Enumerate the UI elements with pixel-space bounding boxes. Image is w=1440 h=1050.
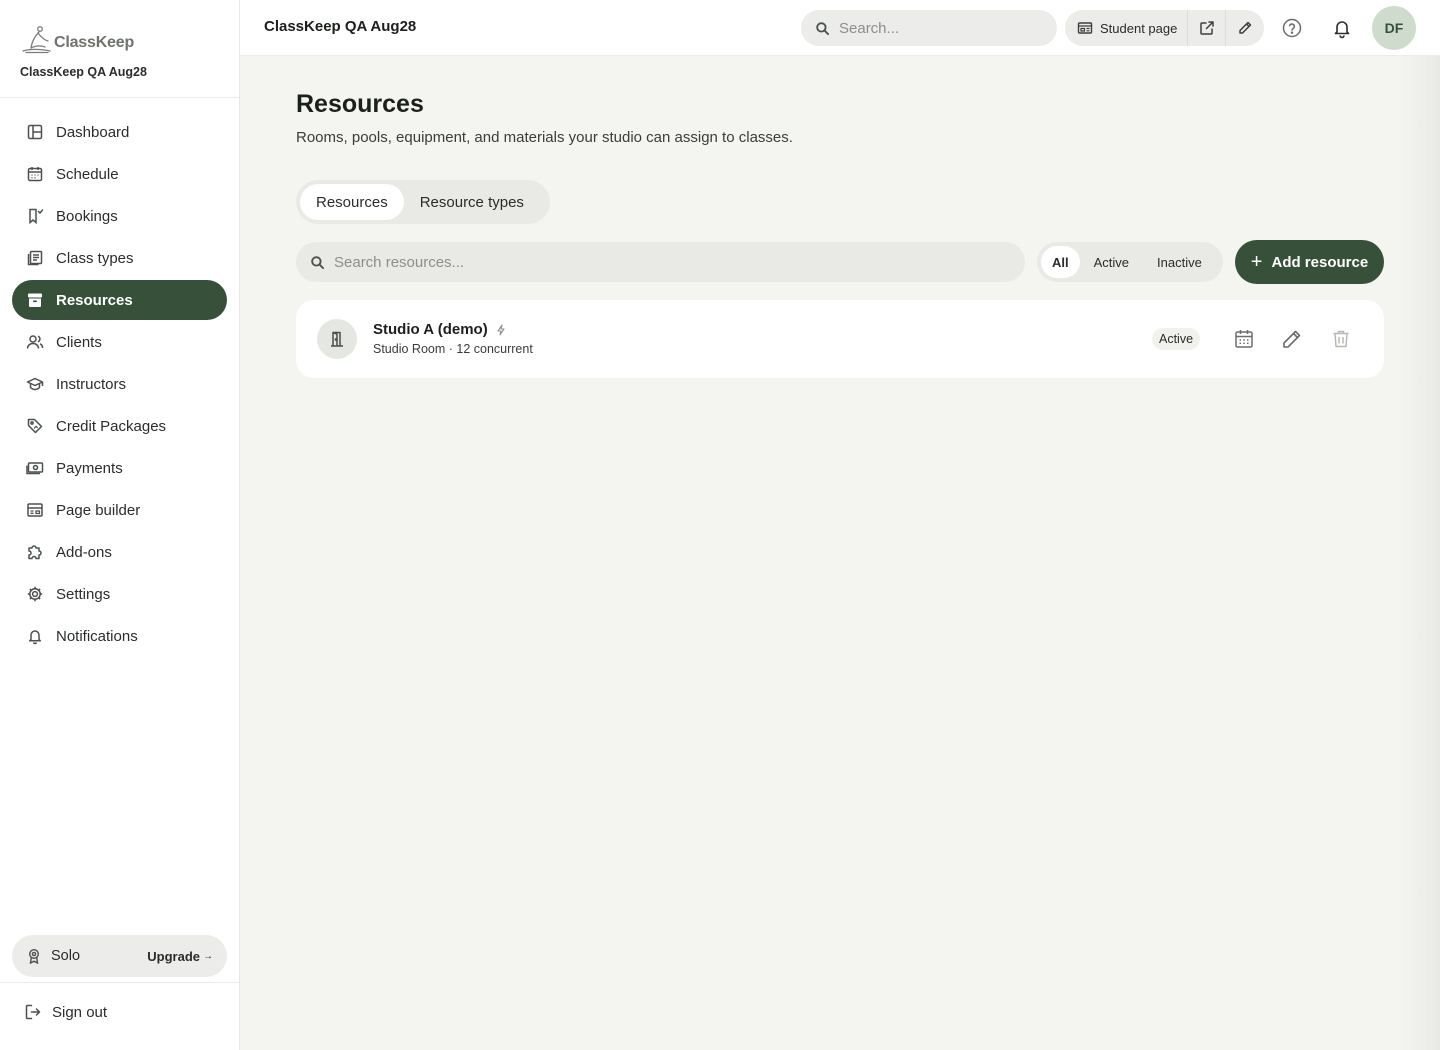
external-link-icon (1200, 21, 1214, 35)
resource-search[interactable] (296, 242, 1025, 282)
status-badge: Active (1152, 328, 1201, 350)
sidebar-item-settings[interactable]: Settings (12, 574, 227, 614)
graduation-cap-icon (26, 377, 44, 391)
global-search[interactable] (801, 10, 1057, 46)
global-search-input[interactable] (839, 19, 1029, 37)
resource-search-input[interactable] (334, 253, 974, 271)
sign-out-button[interactable]: Sign out (24, 1003, 107, 1021)
topbar: ClassKeep QA Aug28 Student page DF (240, 0, 1440, 56)
sidebar-item-bookings[interactable]: Bookings (12, 196, 227, 236)
sidebar-item-label: Notifications (56, 627, 138, 645)
award-icon (28, 948, 40, 964)
sidebar-item-label: Instructors (56, 375, 127, 393)
page-subtitle: Rooms, pools, equipment, and materials y… (296, 129, 793, 146)
trash-icon[interactable] (1329, 327, 1353, 351)
archive-icon (28, 293, 42, 307)
tab-resources[interactable]: Resources (300, 184, 404, 220)
plus-icon: + (1250, 251, 1263, 273)
resource-row[interactable]: Studio A (demo) Studio Room · 12 concurr… (296, 300, 1384, 378)
sidebar-item-class-types[interactable]: Class types (12, 238, 227, 278)
search-icon (816, 21, 830, 35)
resource-avatar (317, 319, 357, 359)
brand-header: ClassKeep ClassKeep QA Aug28 (0, 0, 239, 98)
plan-name: Solo (51, 948, 81, 964)
workspace-title: ClassKeep QA Aug28 (264, 18, 417, 35)
sidebar-item-label: Credit Packages (56, 417, 167, 435)
sidebar-item-label: Payments (56, 459, 123, 477)
sidebar-item-instructors[interactable]: Instructors (12, 364, 227, 404)
sidebar-item-page-builder[interactable]: Page builder (12, 490, 227, 530)
scroll-shadow (1400, 56, 1440, 1050)
sidebar-item-schedule[interactable]: Schedule (12, 154, 227, 194)
student-page-label: Student page (1100, 20, 1178, 36)
add-resource-button[interactable]: + Add resource (1235, 240, 1384, 284)
help-icon[interactable] (1280, 16, 1304, 40)
arrow-right-icon: → (203, 950, 213, 962)
yoga-figure-icon (22, 26, 51, 54)
calendar-icon (27, 167, 43, 182)
sign-out-label: Sign out (52, 1003, 108, 1021)
log-out-icon (25, 1004, 41, 1020)
sidebar-item-dashboard[interactable]: Dashboard (12, 112, 227, 152)
sidebar-item-credit-packages[interactable]: Credit Packages (12, 406, 227, 446)
puzzle-icon (28, 545, 42, 560)
status-filter: All Active Inactive (1037, 242, 1223, 282)
sidebar-item-add-ons[interactable]: Add-ons (12, 532, 227, 572)
upgrade-label: Upgrade (147, 948, 200, 964)
tab-resource-types[interactable]: Resource types (404, 184, 540, 220)
logo-text: ClassKeep (54, 34, 135, 51)
sidebar-item-label: Dashboard (56, 123, 130, 141)
sidebar-item-clients[interactable]: Clients (12, 322, 227, 362)
sidebar-item-label: Add-ons (56, 543, 112, 561)
users-icon (26, 335, 44, 349)
user-avatar[interactable]: DF (1372, 6, 1416, 50)
calendar-icon[interactable] (1232, 327, 1256, 351)
open-external-button[interactable] (1187, 10, 1225, 46)
pencil-icon[interactable] (1280, 327, 1304, 351)
bookmark-icon (29, 208, 44, 225)
resource-name: Studio A (demo) (373, 321, 488, 338)
sidebar-item-label: Settings (56, 585, 111, 603)
filter-all[interactable]: All (1041, 246, 1080, 278)
pencil-icon (1239, 21, 1252, 34)
bell-icon (28, 630, 42, 645)
sidebar-item-payments[interactable]: Payments (12, 448, 227, 488)
list-icon (27, 250, 43, 266)
sidebar-item-resources[interactable]: Resources (12, 280, 227, 320)
banknote-icon (26, 462, 44, 475)
sidebar-nav: Dashboard Schedule Bookings Class types … (0, 98, 239, 656)
upgrade-link[interactable]: Upgrade → (147, 949, 213, 964)
resource-meta: Studio Room · 12 concurrent (373, 342, 533, 356)
door-icon (331, 331, 343, 347)
studio-name: ClassKeep QA Aug28 (20, 65, 147, 79)
sidebar-item-label: Bookings (56, 207, 118, 225)
sidebar-item-notifications[interactable]: Notifications (12, 616, 227, 656)
browser-window-icon (1077, 22, 1093, 34)
bell-icon[interactable] (1330, 16, 1354, 40)
sidebar-item-label: Schedule (56, 165, 119, 183)
sidebar-item-label: Page builder (56, 501, 141, 519)
edit-student-page-button[interactable] (1225, 10, 1263, 46)
layout-icon (27, 503, 43, 517)
sidebar-item-label: Resources (56, 291, 133, 309)
student-page-button[interactable]: Student page (1065, 10, 1187, 46)
sidebar-item-label: Class types (56, 249, 134, 267)
resource-name-row: Studio A (demo) (373, 321, 507, 338)
dashboard-icon (27, 124, 43, 140)
gear-icon (27, 586, 43, 602)
add-resource-label: Add resource (1271, 253, 1369, 271)
plan-card: Solo Upgrade → (12, 935, 227, 977)
student-page-group: Student page (1065, 10, 1264, 46)
filter-active[interactable]: Active (1080, 246, 1143, 278)
classkeep-logo[interactable]: ClassKeep (20, 24, 239, 54)
page-title: Resources (296, 90, 424, 118)
sidebar: ClassKeep ClassKeep QA Aug28 Dashboard S… (0, 0, 240, 1050)
sidebar-item-label: Clients (56, 333, 102, 351)
lightning-icon (497, 323, 505, 336)
signout-section: Sign out (0, 982, 240, 1050)
search-icon (311, 255, 325, 269)
filter-inactive[interactable]: Inactive (1143, 246, 1216, 278)
tag-icon (27, 418, 43, 434)
resource-tabs: Resources Resource types (296, 180, 550, 224)
